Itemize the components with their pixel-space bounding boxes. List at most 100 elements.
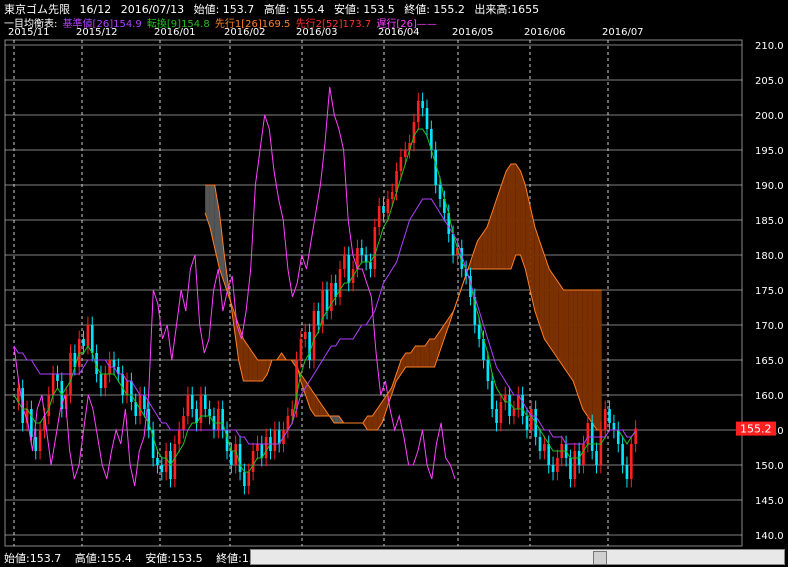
candle-body	[247, 472, 251, 486]
candle-body	[190, 395, 194, 409]
cloud-segment	[405, 353, 411, 367]
y-tick-label: 175.0	[755, 286, 784, 297]
cloud-segment	[592, 290, 597, 430]
candle-body	[621, 444, 624, 465]
candle-body	[99, 374, 103, 388]
cloud-segment	[429, 339, 435, 367]
candle-body	[538, 437, 542, 451]
candle-body	[438, 185, 442, 199]
candle-body	[551, 465, 555, 472]
candle-body	[90, 325, 94, 353]
cloud-segment	[568, 290, 574, 381]
candle-body	[203, 395, 207, 409]
header-volume: 出来高:1655	[474, 3, 540, 16]
candle-body	[486, 360, 490, 381]
candle-body	[382, 206, 385, 213]
candle-body	[256, 444, 259, 451]
candle-body	[586, 423, 590, 444]
candle-body	[34, 437, 38, 451]
month-label: 2016/01	[154, 27, 196, 38]
candle-body	[399, 157, 403, 171]
candle-body	[569, 458, 572, 479]
candle-body	[156, 458, 159, 465]
candle-body	[369, 262, 372, 269]
candle-body	[629, 444, 633, 479]
candle-body	[273, 430, 277, 451]
y-tick-label: 165.0	[755, 356, 784, 367]
candle-body	[360, 248, 364, 255]
y-tick-label: 170.0	[755, 321, 784, 332]
candle-body	[521, 395, 524, 416]
candle-body	[112, 360, 116, 367]
candle-body	[30, 409, 33, 437]
candle-body	[338, 269, 342, 297]
candle-body	[51, 374, 55, 395]
horizontal-scrollbar[interactable]	[250, 549, 785, 565]
cloud-segment	[520, 171, 526, 269]
candle-body	[86, 325, 90, 346]
candle-body	[421, 101, 424, 108]
footer-bar: 始値:153.7 高値:155.4 安値:153.5 終値:155.2	[0, 548, 788, 567]
month-label: 2015/12	[76, 27, 118, 38]
candle-body	[121, 374, 124, 395]
y-tick-label: 195.0	[755, 146, 784, 157]
candle-body	[160, 465, 164, 472]
y-tick-label: 190.0	[755, 181, 784, 192]
candle-body	[625, 465, 629, 479]
month-label: 2016/06	[524, 27, 566, 38]
candle-body	[343, 255, 346, 269]
y-tick-label: 205.0	[755, 76, 784, 87]
candle-body	[390, 192, 394, 199]
candle-body	[582, 444, 585, 465]
candle-body	[386, 199, 390, 213]
cloud-segment	[563, 290, 569, 374]
candle-body	[208, 409, 211, 416]
candle-body	[612, 423, 616, 430]
cloud-segment	[596, 290, 602, 430]
candle-body	[173, 444, 177, 479]
candle-body	[608, 409, 611, 423]
candle-body	[530, 409, 533, 430]
cloud-segment	[506, 164, 511, 269]
candle-body	[164, 451, 168, 472]
candle-body	[186, 395, 190, 416]
y-tick-label: 150.0	[755, 461, 784, 472]
candle-body	[325, 290, 329, 311]
candle-body	[238, 444, 242, 472]
candle-body	[599, 430, 603, 465]
candle-body	[603, 409, 607, 430]
candle-body	[182, 416, 185, 430]
candle-body	[251, 451, 255, 472]
y-tick-label: 180.0	[755, 251, 784, 262]
cloud-segment	[582, 290, 588, 416]
candle-body	[264, 437, 268, 458]
cloud-segment	[420, 346, 425, 367]
last-price-label: 155.2	[740, 423, 772, 436]
month-label: 2016/05	[452, 27, 494, 38]
cloud-segment	[549, 269, 554, 353]
candle-body	[377, 206, 381, 227]
y-tick-label: 140.0	[755, 531, 784, 542]
ichimoku-chart: 210.0 205.0 200.0 195.0 190.0 185.0 180.0 175.0…	[4, 39, 784, 547]
candle-body	[556, 458, 559, 472]
month-label: 2016/07	[602, 27, 644, 38]
cloud-segment	[510, 164, 516, 269]
candle-body	[425, 108, 429, 129]
candle-body	[373, 227, 377, 269]
month-label: 2015/11	[8, 27, 50, 38]
candle-body	[547, 444, 551, 465]
candle-body	[477, 325, 481, 339]
candle-body	[308, 332, 311, 360]
y-tick-label: 160.0	[755, 391, 784, 402]
candle-body	[525, 416, 529, 430]
candle-body	[495, 409, 498, 423]
candle-body	[364, 255, 368, 262]
candle-body	[573, 451, 577, 479]
candle-body	[38, 430, 42, 451]
scrollbar-thumb[interactable]	[593, 551, 607, 565]
candle-body	[82, 339, 85, 346]
footer-values: 始値:153.7 高値:155.4 安値:153.5 終値:155.2	[4, 550, 283, 566]
candle-body	[490, 381, 494, 409]
candle-body	[303, 332, 307, 339]
cloud-segment	[539, 241, 545, 339]
